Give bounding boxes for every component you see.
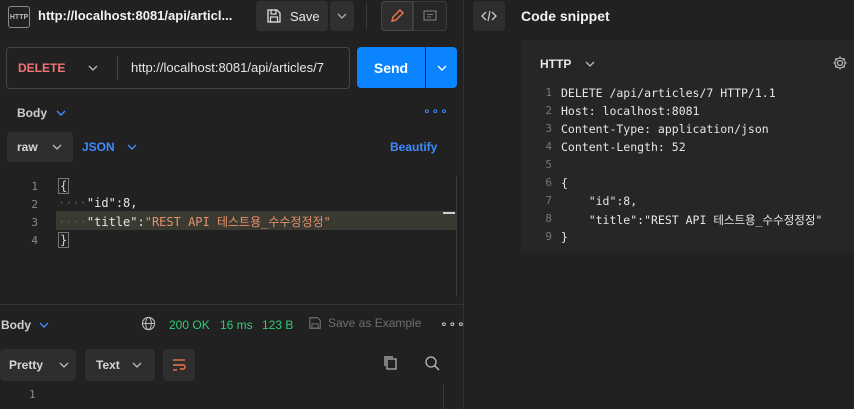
chevron-down-icon (56, 110, 66, 116)
save-button[interactable]: Save (256, 1, 328, 31)
snippet-line: "id":8, (561, 194, 638, 208)
json-key: "title" (86, 215, 138, 229)
chevron-down-icon (337, 13, 347, 19)
request-panel: HTTP http://localhost:8081/api/articl...… (0, 0, 466, 409)
toolbar-divider (366, 3, 367, 29)
method-select[interactable]: DELETE (18, 61, 65, 75)
response-status[interactable]: 200 OK (169, 318, 210, 332)
http-request-icon: HTTP (8, 6, 30, 28)
editor-scrollbar[interactable] (456, 176, 457, 296)
line-number: 2 (31, 198, 38, 211)
tab-body[interactable]: Body (17, 106, 47, 120)
json-string: "REST API 테스트용_수수정정정" (144, 215, 331, 229)
indent-dots: ···· (58, 215, 87, 229)
snippet-line-number: 5 (545, 158, 552, 171)
save-icon (309, 317, 321, 329)
snippet-language-select[interactable]: HTTP (540, 57, 571, 71)
json-comma: , (130, 196, 138, 210)
pencil-icon (391, 9, 404, 22)
beautify-button[interactable]: Beautify (390, 140, 437, 154)
save-options-button[interactable] (330, 1, 354, 31)
chevron-down-icon (132, 362, 142, 368)
send-options-button[interactable] (426, 47, 457, 88)
more-options-icon[interactable]: ∘∘∘ (423, 104, 449, 118)
globe-icon[interactable] (141, 316, 156, 334)
snippet-line-number: 9 (545, 230, 552, 243)
chevron-down-icon (585, 61, 595, 67)
snippet-line-number: 8 (545, 212, 552, 225)
response-more-icon[interactable]: ∘∘∘ (440, 317, 466, 331)
response-size[interactable]: 123 B (262, 318, 293, 332)
code-snippet-panel: Code snippet HTTP 1 2 3 4 5 6 7 8 9 DELE… (464, 0, 854, 409)
chevron-down-icon (59, 362, 69, 368)
chevron-down-icon (127, 144, 137, 150)
code-snippet-toggle[interactable] (473, 1, 505, 31)
chevron-down-icon (88, 65, 98, 71)
response-view-mode-select[interactable]: Pretty (0, 349, 76, 381)
save-label: Save (290, 8, 320, 24)
edit-button[interactable] (381, 1, 413, 31)
json-colon: : (115, 196, 124, 210)
body-format-select[interactable]: JSON (82, 140, 115, 154)
chevron-down-icon (39, 322, 49, 328)
body-format-dropdown[interactable] (127, 139, 137, 153)
save-as-example-button[interactable]: Save as Example (308, 316, 421, 330)
method-dropdown[interactable] (88, 60, 98, 74)
gear-icon[interactable] (832, 55, 848, 74)
line-number: 4 (31, 234, 38, 247)
copy-icon[interactable] (383, 355, 399, 374)
indent-dots: ···· (58, 196, 87, 210)
body-mode-select[interactable]: raw (7, 132, 73, 162)
snippet-line-number: 2 (545, 104, 552, 117)
snippet-line: } (561, 230, 568, 244)
response-scrollbar[interactable] (443, 384, 444, 409)
code-line-id: ····"id":8, (58, 196, 138, 210)
code-icon (481, 10, 497, 22)
code-open-brace: { (58, 178, 70, 194)
editor-scroll-marker (443, 212, 455, 214)
snippet-line: { (561, 176, 568, 190)
chevron-down-icon (52, 144, 62, 150)
snippet-line-number: 1 (545, 86, 552, 99)
response-tab-body[interactable]: Body (1, 318, 31, 332)
search-icon[interactable] (424, 355, 440, 374)
snippet-line-number: 3 (545, 122, 552, 135)
json-key: "id" (86, 196, 116, 210)
request-tab-title[interactable]: http://localhost:8081/api/articl... (38, 8, 232, 23)
snippet-line-number: 4 (545, 140, 552, 153)
line-number: 3 (31, 216, 38, 229)
chevron-down-icon (437, 65, 446, 71)
snippet-line: "title":"REST API 테스트용_수수정정정" (561, 213, 823, 227)
snippet-line: DELETE /api/articles/7 HTTP/1.1 (561, 86, 776, 100)
snippet-title: Code snippet (521, 8, 610, 24)
response-line-number: 1 (29, 388, 36, 401)
line-number: 1 (31, 180, 38, 193)
body-tab-dropdown[interactable] (56, 105, 66, 119)
comment-icon (423, 10, 437, 21)
response-tab-dropdown[interactable] (39, 317, 49, 331)
body-mode-label: raw (17, 140, 38, 154)
url-divider (117, 56, 118, 80)
view-mode-label: Pretty (9, 358, 44, 372)
wrap-lines-icon (173, 359, 186, 371)
code-line-title: ····"title":"REST API 테스트용_수수정정정" (58, 213, 331, 230)
url-input[interactable]: http://localhost:8081/api/articles/7 (131, 60, 324, 75)
response-time[interactable]: 16 ms (220, 318, 253, 332)
snippet-line: Host: localhost:8081 (561, 104, 700, 118)
json-colon: : (137, 215, 145, 229)
code-close-brace: } (58, 232, 70, 248)
response-divider (0, 304, 463, 305)
snippet-line: Content-Type: application/json (561, 122, 769, 136)
snippet-line-number: 7 (545, 194, 552, 207)
wrap-lines-button[interactable] (163, 349, 195, 381)
save-example-label: Save as Example (328, 316, 422, 330)
save-icon (267, 9, 281, 23)
view-type-label: Text (96, 358, 120, 372)
snippet-line: Content-Length: 52 (561, 140, 686, 154)
send-button[interactable]: Send (357, 47, 425, 88)
language-dropdown[interactable] (585, 56, 595, 70)
comments-button[interactable] (413, 1, 447, 31)
snippet-line-number: 6 (545, 176, 552, 189)
response-type-select[interactable]: Text (85, 349, 155, 381)
